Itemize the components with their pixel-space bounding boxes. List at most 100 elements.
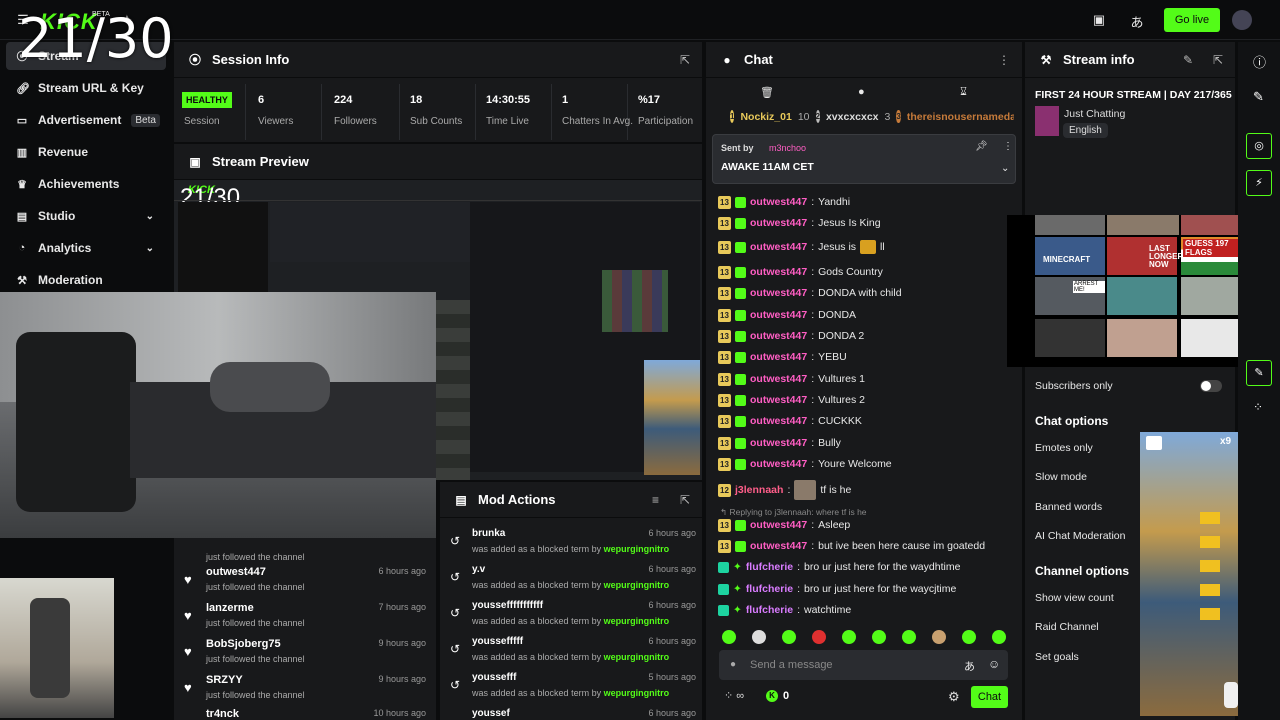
chat-username[interactable]: outwest447 [750,394,807,406]
follower-name[interactable]: tr4nck [206,708,239,720]
chat-message[interactable]: 13 outwest447: Jesus is ll [718,238,885,256]
chat-option-ai-moderation[interactable]: AI Chat Moderation [1035,530,1125,542]
chat-username[interactable]: flufcherie [746,561,793,573]
popout-icon[interactable]: ⇱ [680,53,690,67]
sidebar-item-moderation[interactable]: ⚒ Moderation [6,266,166,294]
chat-message[interactable]: 13 outwest447: Bully [718,434,841,452]
chat-bubble-icon[interactable]: ● [858,86,865,98]
undo-icon[interactable]: ↺ [450,570,460,584]
chat-option-emotes-only[interactable]: Emotes only [1035,442,1093,454]
chat-username[interactable]: outwest447 [750,196,807,208]
chat-message[interactable]: 13 outwest447: Vultures 2 [718,391,865,409]
emote-1-icon[interactable] [722,630,736,644]
emote-7-icon[interactable] [902,630,916,644]
popout-icon[interactable]: ⇱ [680,493,690,507]
emote-6-icon[interactable] [872,630,886,644]
sidebar-item-revenue[interactable]: ▥ Revenue [6,138,166,166]
pinned-sender[interactable]: m3nchoo [769,143,806,153]
info-icon[interactable]: ⓘ [1253,52,1266,71]
chat-username[interactable]: outwest447 [750,330,807,342]
chat-message[interactable]: ✦ flufcherie: bro ur just here for the way… [718,580,956,598]
undo-icon[interactable]: ↺ [450,534,460,548]
rail-lightning-button[interactable]: ⚡︎ [1246,170,1272,196]
mod-by[interactable]: wepurgingnitro [604,616,670,626]
subscribers-only-toggle[interactable] [1200,380,1222,392]
gifter-name[interactable]: xvxcxcxcx [826,111,879,123]
rail-target-button[interactable]: ◎ [1246,133,1272,159]
share-icon[interactable]: ⁘ [1253,400,1263,414]
emote-10-icon[interactable] [992,630,1006,644]
chat-message[interactable]: ✦ flufcherie: watchtime [718,601,851,619]
pencil-icon[interactable]: ✎ [1253,89,1264,105]
sidebar-item-achievements[interactable]: ♛ Achievements [6,170,166,198]
chat-username[interactable]: outwest447 [750,437,807,449]
emoji-icon[interactable]: ☺ [988,657,1000,671]
chat-option-slow-mode[interactable]: Slow mode [1035,471,1087,483]
chat-option-banned-words[interactable]: Banned words [1035,501,1102,513]
chat-message[interactable]: 13 outwest447: DONDA [718,306,856,324]
follower-name[interactable]: SRZYY [206,674,243,686]
edit-icon[interactable]: ✎ [1183,53,1193,67]
mod-by[interactable]: wepurgingnitro [604,544,670,554]
popout-icon[interactable]: ⇱ [1213,53,1223,67]
emote-9-icon[interactable] [962,630,976,644]
channel-option-set-goals[interactable]: Set goals [1035,651,1079,663]
sidebar-item-analytics[interactable]: ◔ Analytics ⌄ [6,234,166,262]
chat-message[interactable]: 13 outwest447: CUCKKK [718,412,862,430]
chat-input[interactable]: ● Send a message あ ☺ [719,650,1008,680]
chat-username[interactable]: outwest447 [750,287,807,299]
chat-message[interactable]: 13 outwest447: DONDA 2 [718,327,864,345]
chat-username[interactable]: outwest447 [750,415,807,427]
chat-username[interactable]: outwest447 [750,373,807,385]
follower-name[interactable]: outwest447 [206,566,266,578]
emote-8-icon[interactable] [932,630,946,644]
pin-icon[interactable]: 📌︎ [975,141,988,152]
follower-name[interactable]: lanzerme [206,602,254,614]
chat-username[interactable]: outwest447 [750,309,807,321]
send-chat-button[interactable]: Chat [971,686,1008,708]
chat-message[interactable]: 13 outwest447: Youre Welcome [718,455,892,473]
cast-icon[interactable]: ▣ [1090,12,1108,28]
chat-message[interactable]: 13 outwest447: Gods Country [718,263,883,281]
follower-name[interactable]: BobSjoberg75 [206,638,281,650]
trash-icon[interactable]: 🗑︎ [760,86,774,99]
gifter-name[interactable]: thereisnousernamedad [907,111,1014,123]
undo-icon[interactable]: ↺ [450,606,460,620]
mod-by[interactable]: wepurgingnitro [604,688,670,698]
translate-icon[interactable]: あ [1128,12,1146,30]
category-name[interactable]: Just Chatting [1064,108,1125,120]
chat-username[interactable]: outwest447 [750,241,807,253]
chat-username[interactable]: outwest447 [750,540,807,552]
mod-by[interactable]: wepurgingnitro [604,580,670,590]
translate-icon[interactable]: あ [964,658,975,674]
chat-message[interactable]: 13 outwest447: Yandhi [718,193,850,211]
more-vertical-icon[interactable]: ⋮ [998,53,1010,67]
sidebar-item-advertisement[interactable]: ▭ Advertisement Beta [6,106,166,134]
filter-icon[interactable]: ≡ [652,493,659,507]
chat-message[interactable]: 13 outwest447: but ive been here cause im … [718,537,985,555]
avatar[interactable] [1232,10,1252,30]
go-live-button[interactable]: Go live [1164,8,1220,32]
chat-username[interactable]: outwest447 [750,458,807,470]
more-vertical-icon[interactable]: ⋮ [1003,141,1013,152]
pinned-message[interactable]: Sent by m3nchoo AWAKE 11AM CET 📌︎ ⋮ ⌄ [712,134,1016,184]
chat-username[interactable]: outwest447 [750,519,807,531]
channel-option-show-view-count[interactable]: Show view count [1035,592,1114,604]
chat-username[interactable]: j3lennaah [735,484,783,496]
chat-username[interactable]: outwest447 [750,217,807,229]
chat-username[interactable]: outwest447 [750,351,807,363]
chat-message[interactable]: 13 outwest447: DONDA with child [718,284,902,302]
chat-message[interactable]: ✦ flufcherie: bro ur just here for the way… [718,558,960,576]
chat-message[interactable]: 13 outwest447: Vultures 1 [718,370,865,388]
chat-message[interactable]: 13 outwest447: Jesus Is King [718,214,881,232]
chat-message[interactable]: 13 outwest447: YEBU [718,348,847,366]
hourglass-icon[interactable]: ⌛︎ [960,86,967,99]
chat-username[interactable]: flufcherie [746,604,793,616]
chevron-down-icon[interactable]: ⌄ [1001,163,1009,174]
points-icon[interactable]: ⁘ ∞ [724,689,744,702]
emote-4-icon[interactable] [812,630,826,644]
channel-option-raid[interactable]: Raid Channel [1035,621,1099,633]
rail-edit-button[interactable]: ✎ [1246,360,1272,386]
chat-message[interactable]: 12 j3lennaah: tf is he [718,478,851,502]
sidebar-item-stream-url-key[interactable]: 🔗︎ Stream URL & Key [6,74,166,102]
